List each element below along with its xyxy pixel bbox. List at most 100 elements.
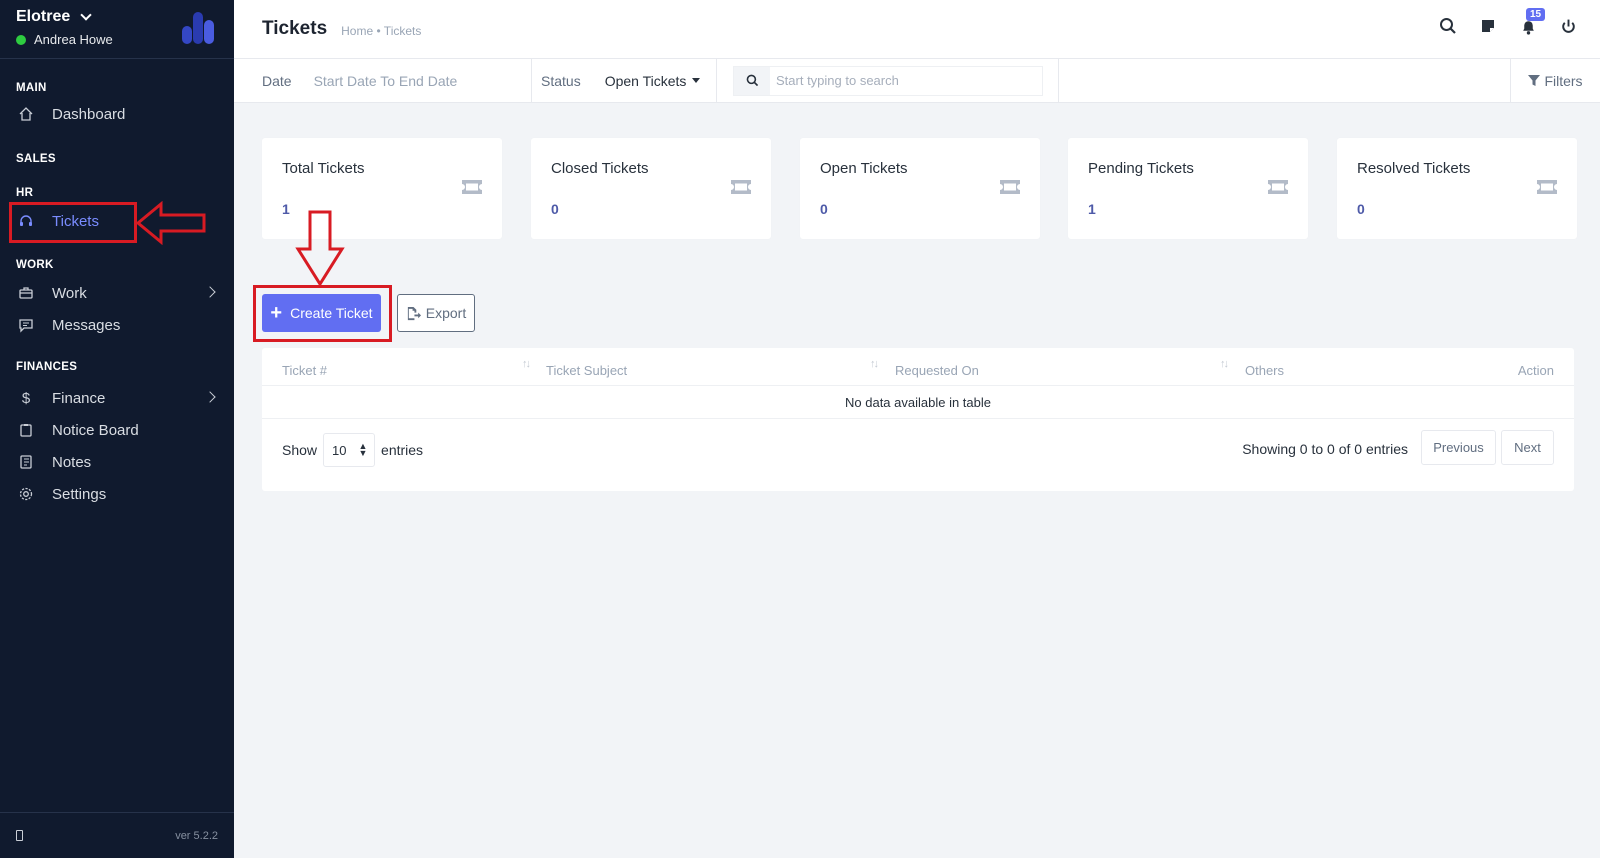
card-title: Total Tickets [282,160,365,177]
card-value[interactable]: 0 [551,201,559,217]
top-header: Tickets Home • Tickets 15 [234,0,1600,59]
chevron-right-icon [204,286,216,298]
highlight-create-button [253,285,392,342]
card-title: Pending Tickets [1088,160,1194,177]
clipboard-icon [16,420,36,440]
card-value[interactable]: 0 [820,201,828,217]
journal-icon [16,452,36,472]
section-sales: SALES [16,153,56,165]
column-ticket-subject[interactable]: Ticket Subject [546,363,627,378]
previous-page-button[interactable]: Previous [1421,430,1496,465]
sidebar-item-dashboard[interactable]: Dashboard [0,98,234,130]
card-value[interactable]: 1 [282,201,290,217]
filters-label: Filters [1544,73,1583,89]
collapse-sidebar-icon[interactable] [16,830,23,841]
ticket-icon [731,180,751,194]
app-logo-icon [182,12,216,44]
ticket-icon [1537,180,1557,194]
card-value[interactable]: 0 [1357,201,1365,217]
next-page-button[interactable]: Next [1501,430,1554,465]
column-action: Action [1517,363,1554,378]
section-finances: FINANCES [16,361,78,373]
sort-icon[interactable]: ↑↓ [522,358,531,370]
stat-card-pending: Pending Tickets 1 [1068,138,1308,239]
header-icons: 15 [1438,8,1578,36]
sort-icon[interactable]: ↑↓ [1220,358,1229,370]
filters-button[interactable]: Filters [1510,59,1600,103]
export-label: Export [425,305,467,321]
status-dropdown[interactable]: Open Tickets [605,73,701,89]
empty-table-message: No data available in table [262,386,1574,419]
bell-icon[interactable]: 15 [1518,8,1546,36]
search-icon [734,66,770,95]
breadcrumb[interactable]: Home • Tickets [341,24,421,38]
notification-badge: 15 [1526,8,1546,21]
file-export-icon [407,306,421,320]
card-value[interactable]: 1 [1088,201,1096,217]
sidebar-item-settings[interactable]: Settings [0,478,234,510]
arrow-left-annotation [135,201,206,245]
sort-updown-icon: ▲ ▼ [358,441,368,458]
highlight-tickets-nav [9,202,137,243]
search-filter [717,58,1059,103]
sidebar: Elotree Andrea Howe MAIN Dashboard SALES… [0,0,234,858]
date-range-input[interactable]: Start Date To End Date [314,73,458,89]
sidebar-item-work[interactable]: Work [0,277,234,309]
stat-card-resolved: Resolved Tickets 0 [1337,138,1577,239]
sidebar-item-label: Finance [52,389,106,407]
date-range-filter[interactable]: Date Start Date To End Date [234,58,532,103]
section-main: MAIN [16,82,47,94]
table-header: Ticket # ↑↓ Ticket Subject ↑↓ Requested … [262,348,1574,386]
caret-down-icon [692,78,701,83]
table-footer: Show 10 ▲ ▼ entries Showing 0 to 0 of 0 e… [262,419,1574,489]
card-title: Open Tickets [820,160,908,177]
chevron-down-icon [80,9,92,21]
ticket-icon [1268,180,1288,194]
search-input[interactable] [770,73,1030,88]
sidebar-item-label: Dashboard [52,105,126,123]
status-selected-value: Open Tickets [604,72,687,89]
column-ticket-number[interactable]: Ticket # [282,363,327,378]
sidebar-footer: ver 5.2.2 [0,812,234,858]
sidebar-item-label: Notes [52,453,92,471]
sidebar-item-notice-board[interactable]: Notice Board [0,414,234,446]
sidebar-item-finance[interactable]: $ Finance [0,382,234,414]
user-name: Andrea Howe [34,32,113,47]
column-others[interactable]: Others [1245,363,1284,378]
sort-icon[interactable]: ↑↓ [870,358,879,370]
status-filter: Status Open Tickets [532,58,717,103]
stat-card-open: Open Tickets 0 [800,138,1040,239]
sidebar-item-notes[interactable]: Notes [0,446,234,478]
card-title: Closed Tickets [551,160,649,177]
ticket-icon [1000,180,1020,194]
page-length-value: 10 [332,442,347,458]
sticky-note-icon[interactable] [1478,16,1498,36]
entries-label: entries [381,442,424,458]
column-requested-on[interactable]: Requested On [895,363,979,378]
brand-block[interactable]: Elotree Andrea Howe [0,0,234,59]
dollar-icon: $ [21,389,31,407]
sidebar-item-label: Notice Board [52,421,139,439]
stat-card-closed: Closed Tickets 0 [531,138,771,239]
app-version: ver 5.2.2 [175,829,218,842]
section-hr: HR [16,187,34,199]
chat-icon [16,315,36,335]
search-icon[interactable] [1438,16,1458,36]
tickets-table: Ticket # ↑↓ Ticket Subject ↑↓ Requested … [262,348,1574,491]
ticket-icon [462,180,482,194]
status-label: Status [541,72,581,89]
company-name: Elotree [16,8,71,25]
date-label: Date [262,72,292,89]
sidebar-item-label: Settings [52,485,107,503]
search-box [733,65,1043,96]
sidebar-item-messages[interactable]: Messages [0,309,234,341]
export-button[interactable]: Export [397,294,475,332]
sidebar-item-label: Work [52,284,87,302]
sidebar-item-label: Messages [52,316,121,334]
power-icon[interactable] [1558,16,1578,36]
page-length-select[interactable]: 10 ▲ ▼ [323,433,376,467]
card-title: Resolved Tickets [1357,160,1471,177]
briefcase-icon [16,283,36,303]
home-icon [16,104,36,124]
table-info: Showing 0 to 0 of 0 entries [1242,441,1408,457]
